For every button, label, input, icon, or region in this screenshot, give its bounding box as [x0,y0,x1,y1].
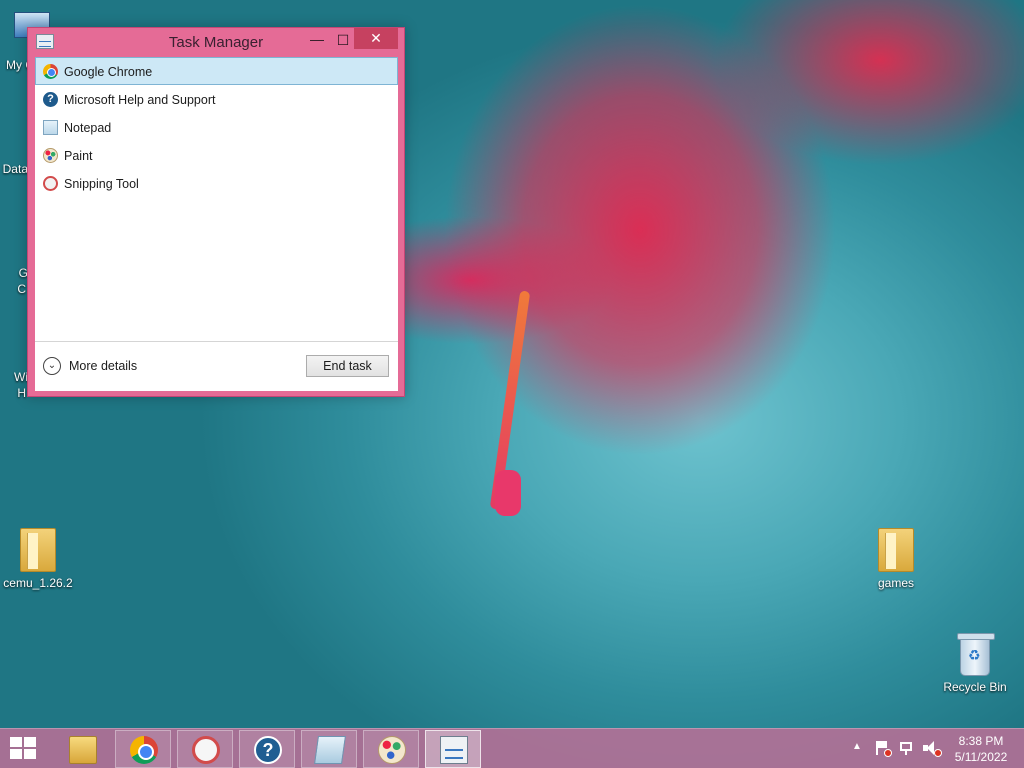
taskbar: ? ▲ 8:38 PM 5/11/2022 [0,728,1024,768]
system-clock[interactable]: 8:38 PM 5/11/2022 [946,733,1016,765]
snipping-tool-icon [43,176,58,191]
app-item-google-chrome[interactable]: Google Chrome [35,57,398,85]
desktop-icon-label: C [17,282,26,296]
taskbar-snipping-tool[interactable] [177,730,233,768]
folder-icon [878,528,914,572]
desktop-icon-label: cemu_1.26.2 [3,576,73,590]
windows-logo-pane [24,737,36,747]
help-icon: ? [254,736,282,764]
windows-logo-pane [24,749,36,759]
desktop-icon-label: H [17,386,26,400]
folder-icon [20,528,56,572]
desktop-icon-partial-windows-help-line2[interactable]: H [0,386,26,400]
end-task-button[interactable]: End task [306,355,389,377]
taskbar-google-chrome[interactable] [115,730,171,768]
more-details-toggle[interactable]: ⌄ More details [43,356,137,376]
chrome-icon [43,64,58,79]
taskbar-task-manager[interactable] [425,730,481,768]
desktop-icon-games[interactable]: games [856,528,936,590]
clock-date: 5/11/2022 [954,750,1008,764]
task-manager-window: Task Manager — ☐ ✕ Google Chrome ? Micro… [27,27,405,397]
start-button[interactable] [10,737,38,761]
network-icon[interactable] [898,741,914,755]
taskbar-file-explorer[interactable] [54,730,110,768]
desktop-icon-cemu[interactable]: cemu_1.26.2 [0,528,78,590]
app-item-label: Snipping Tool [64,177,139,191]
app-item-label: Microsoft Help and Support [64,93,216,107]
app-list: Google Chrome ? Microsoft Help and Suppo… [35,57,398,340]
desktop-icon-label: games [877,576,915,590]
app-item-label: Google Chrome [64,65,153,79]
folder-icon [69,736,97,764]
desktop-icon-recycle-bin[interactable]: Recycle Bin [935,633,1015,694]
taskbar-paint[interactable] [363,730,419,768]
app-item-snipping-tool[interactable]: Snipping Tool [35,169,398,197]
desktop-icon-partial-google-chrome-line2[interactable]: C [0,282,26,296]
show-hidden-icons-button[interactable]: ▲ [852,741,862,768]
paint-icon [378,736,406,764]
chevron-down-icon: ⌄ [43,357,61,375]
chrome-icon [130,736,158,764]
more-details-label: More details [69,359,138,373]
my-computer-icon[interactable] [0,10,50,42]
desktop-icon-partial-data[interactable]: Data [0,162,28,176]
clock-time: 8:38 PM [958,734,1004,748]
snipping-tool-icon [192,736,220,764]
recycle-bin-icon [957,633,995,676]
task-manager-body: Google Chrome ? Microsoft Help and Suppo… [35,57,398,391]
app-item-label: Notepad [64,121,112,135]
title-bar[interactable]: Task Manager — ☐ ✕ [28,28,404,56]
desktop-icon-partial-windows-help[interactable]: Wi [0,370,28,384]
app-item-notepad[interactable]: Notepad [35,113,398,141]
error-badge-icon [884,749,892,757]
paint-icon [43,148,58,163]
taskbar-help-and-support[interactable]: ? [239,730,295,768]
muted-badge-icon [934,749,942,757]
app-item-label: Paint [64,149,93,163]
help-icon: ? [43,92,58,107]
minimize-button[interactable]: — [306,32,328,50]
action-center-flag-icon[interactable] [874,741,892,757]
desktop-icon-partial-google-chrome[interactable]: G [0,266,28,280]
desktop-icon-label: Recycle Bin [943,680,1007,694]
notepad-icon [314,736,346,764]
task-manager-footer: ⌄ More details End task [35,341,398,391]
app-item-help-and-support[interactable]: ? Microsoft Help and Support [35,85,398,113]
task-manager-icon [440,736,468,764]
desktop-icon-label: Data [2,162,28,176]
windows-logo-pane [10,749,22,759]
desktop-icon-label: Wi [14,370,28,384]
windows-logo-pane [10,737,22,747]
maximize-button[interactable]: ☐ [332,32,354,50]
close-button[interactable]: ✕ [354,28,398,49]
notepad-icon [43,120,58,135]
app-item-paint[interactable]: Paint [35,141,398,169]
volume-muted-icon[interactable] [922,741,942,757]
taskbar-notepad[interactable] [301,730,357,768]
wallpaper-flower-tip [495,470,521,516]
